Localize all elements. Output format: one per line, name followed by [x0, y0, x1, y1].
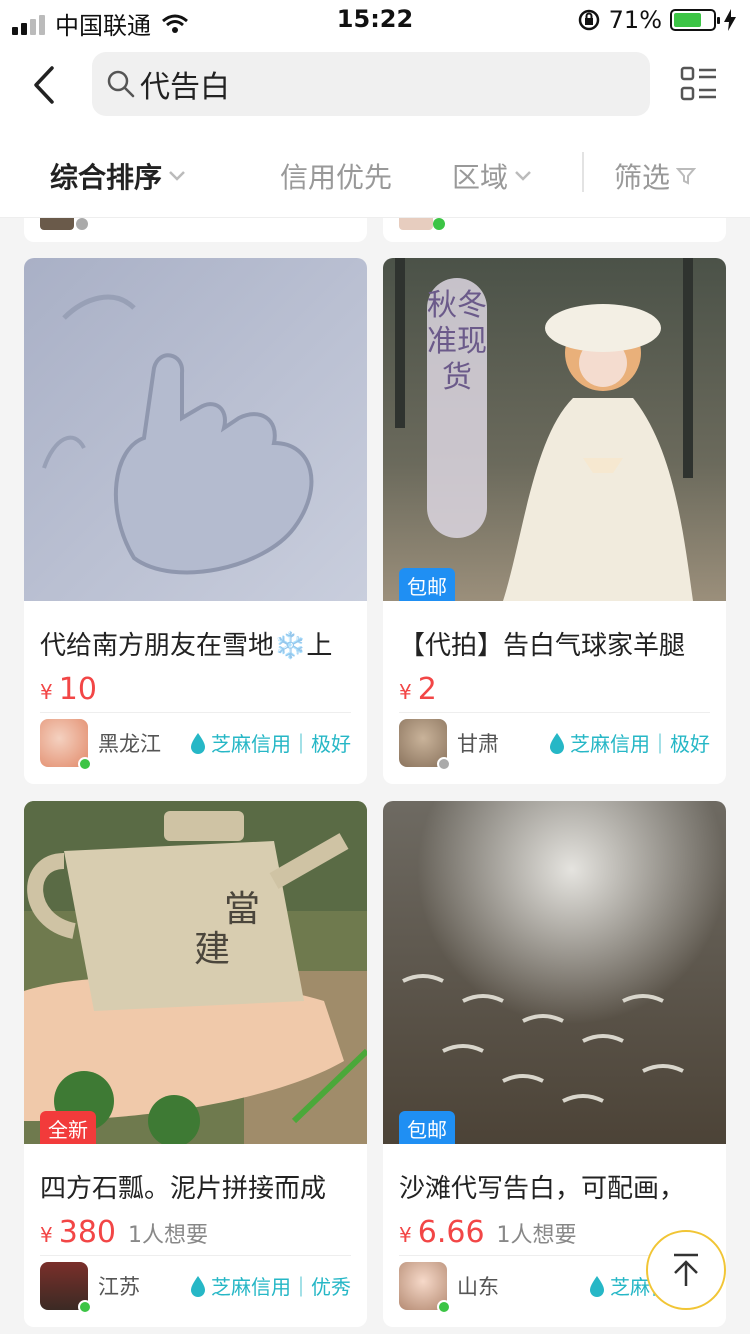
- seller-row: 甘肃 芝麻信用｜极好: [399, 712, 710, 772]
- svg-text:當: 當: [224, 889, 260, 930]
- search-header: 代告白: [0, 40, 750, 130]
- online-dot: [78, 756, 92, 771]
- sort-bar: 综合排序 信用优先 区域 筛选: [0, 130, 750, 218]
- image-overlay-text: 秋冬准现货: [427, 288, 487, 395]
- credit-label: 芝麻信用｜优秀: [211, 1275, 351, 1299]
- product-image: 當 建 全新: [24, 801, 367, 1144]
- seller-row: 江苏 芝麻信用｜优秀: [40, 1255, 351, 1315]
- product-card[interactable]: 代给南方朋友在雪地❄️上 ¥ 10 黑龙江 芝麻信用｜极好: [24, 258, 367, 784]
- seller-region: 黑龙江: [98, 731, 161, 756]
- status-bar: 中国联通 15:22 71%: [0, 0, 750, 40]
- back-arrow-icon[interactable]: [26, 62, 66, 108]
- price-row: ¥ 10: [24, 662, 367, 718]
- previous-card-remnant[interactable]: [383, 218, 726, 242]
- product-price: 6.66: [417, 1215, 485, 1250]
- sort-filter[interactable]: 筛选: [614, 156, 697, 196]
- product-image: 包邮: [383, 801, 726, 1144]
- svg-text:建: 建: [194, 929, 230, 970]
- sort-label: 综合排序: [50, 161, 163, 194]
- rotation-lock-icon: [578, 9, 599, 31]
- sort-credit-first[interactable]: 信用优先: [280, 156, 392, 196]
- product-image: 秋冬准现货 包邮: [383, 258, 726, 601]
- sort-label: 信用优先: [280, 161, 393, 194]
- sesame-credit-icon: [590, 1275, 604, 1297]
- avatar[interactable]: [399, 718, 451, 771]
- wants-count: 1人想要: [128, 1223, 208, 1248]
- product-title: 四方石瓢。泥片拼接而成: [40, 1174, 327, 1204]
- credit-badge: 芝麻信用｜极好: [189, 728, 351, 757]
- seller-region: 江苏: [98, 1274, 140, 1299]
- search-query: 代告白: [140, 70, 230, 105]
- back-to-top-button[interactable]: [646, 1230, 726, 1310]
- avatar: [399, 218, 433, 230]
- product-card[interactable]: 當 建 全新 四方石瓢。泥片拼接而成 ¥ 380 1人想要 江苏 芝麻信用｜优秀: [24, 801, 367, 1327]
- arrow-up-icon: [674, 1253, 698, 1286]
- avatar: [40, 218, 74, 230]
- previous-card-remnant[interactable]: [24, 218, 367, 242]
- search-input[interactable]: 代告白: [92, 52, 650, 116]
- sort-region[interactable]: 区域: [452, 156, 532, 196]
- credit-label: 芝麻信用｜极好: [570, 732, 710, 756]
- product-title: 代给南方朋友在雪地❄️上: [40, 631, 333, 661]
- sesame-credit-icon: [191, 1275, 205, 1297]
- product-feed: 代给南方朋友在雪地❄️上 ¥ 10 黑龙江 芝麻信用｜极好 秋冬准现货 包邮 【…: [0, 218, 750, 1334]
- currency-symbol: ¥: [399, 1223, 412, 1247]
- sesame-credit-icon: [550, 732, 564, 754]
- credit-badge: 芝麻信用｜优秀: [189, 1271, 351, 1300]
- battery-percent: 71%: [608, 6, 662, 34]
- offline-dot: [76, 218, 88, 230]
- product-title: 【代拍】告白气球家羊腿: [399, 631, 686, 661]
- list-layout-icon[interactable]: [680, 66, 720, 102]
- wants-count: 1人想要: [496, 1223, 577, 1248]
- filter-icon: [676, 168, 697, 185]
- online-dot: [437, 1299, 451, 1314]
- sort-label: 筛选: [614, 161, 671, 194]
- currency-symbol: ¥: [40, 680, 53, 704]
- offline-dot: [437, 756, 451, 771]
- sesame-credit-icon: [191, 732, 205, 754]
- product-price: 2: [417, 672, 437, 707]
- credit-badge: 芝麻信用｜极好: [548, 728, 710, 757]
- currency-symbol: ¥: [399, 680, 412, 704]
- chevron-down-icon: [515, 171, 531, 181]
- battery-icon: [670, 9, 720, 31]
- price-row: ¥ 380 1人想要: [24, 1205, 367, 1261]
- avatar[interactable]: [399, 1261, 451, 1314]
- avatar[interactable]: [40, 1261, 92, 1314]
- free-shipping-tag: 包邮: [399, 568, 455, 601]
- product-price: 10: [58, 672, 97, 707]
- seller-row: 黑龙江 芝麻信用｜极好: [40, 712, 351, 772]
- price-row: ¥ 2: [383, 662, 726, 718]
- seller-region: 山东: [457, 1274, 499, 1299]
- seller-region: 甘肃: [457, 731, 499, 756]
- avatar[interactable]: [40, 718, 92, 771]
- credit-label: 芝麻信用｜极好: [211, 732, 351, 756]
- online-dot: [433, 218, 445, 230]
- online-dot: [78, 1299, 92, 1314]
- chevron-down-icon: [169, 171, 185, 181]
- product-image: [24, 258, 367, 601]
- product-title: 沙滩代写告白，可配画，: [399, 1174, 686, 1204]
- brand-new-tag: 全新: [40, 1111, 96, 1144]
- product-price: 380: [58, 1215, 116, 1250]
- sort-label: 区域: [452, 161, 509, 194]
- sort-divider: [582, 152, 584, 192]
- status-right: 71%: [577, 6, 736, 34]
- free-shipping-tag: 包邮: [399, 1111, 455, 1144]
- sort-comprehensive[interactable]: 综合排序: [50, 156, 186, 196]
- search-icon: [107, 70, 135, 98]
- currency-symbol: ¥: [40, 1223, 53, 1247]
- charging-icon: [724, 9, 736, 31]
- product-card[interactable]: 秋冬准现货 包邮 【代拍】告白气球家羊腿 ¥ 2 甘肃 芝麻信用｜极好: [383, 258, 726, 784]
